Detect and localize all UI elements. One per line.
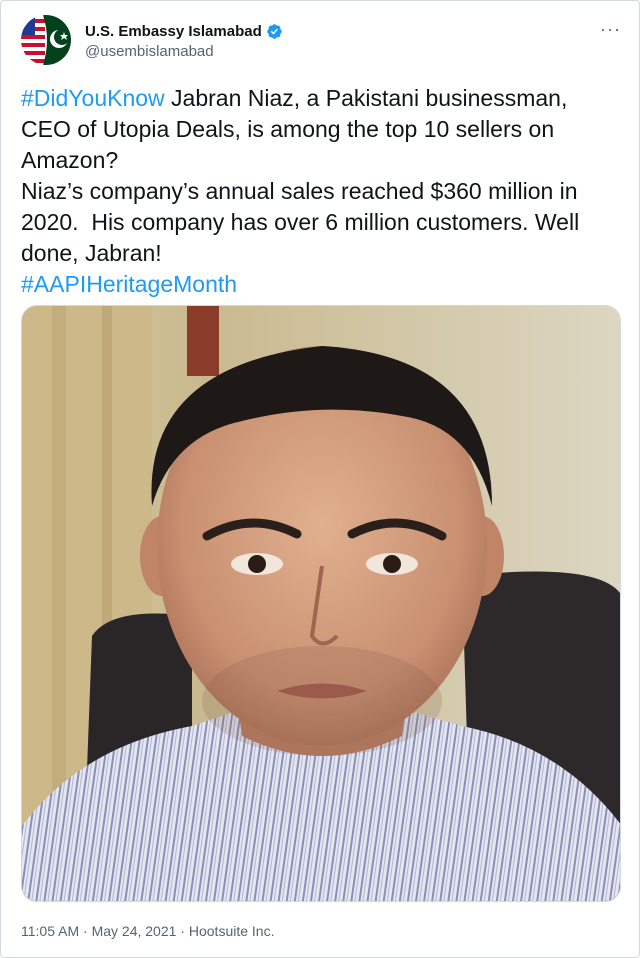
- avatar[interactable]: [21, 15, 71, 65]
- hashtag-didyouknow[interactable]: #DidYouKnow: [21, 85, 165, 111]
- display-name[interactable]: U.S. Embassy Islamabad: [85, 23, 262, 40]
- flag-avatar-icon: [21, 15, 71, 65]
- meta-separator: ·: [176, 923, 189, 939]
- tweet-photo[interactable]: [21, 305, 621, 902]
- hashtag-aapiheritagemonth[interactable]: #AAPIHeritageMonth: [21, 271, 237, 297]
- tweet-metadata: 11:05 AM · May 24, 2021 · Hootsuite Inc.: [21, 923, 274, 939]
- account-handle[interactable]: @usembislamabad: [85, 43, 283, 60]
- account-names: U.S. Embassy Islamabad @usembislamabad: [85, 21, 283, 60]
- tweet-text-body: Jabran Niaz, a Pakistani businessman, CE…: [21, 85, 580, 266]
- tweet-header: U.S. Embassy Islamabad @usembislamabad ·…: [21, 15, 621, 69]
- tweet-time[interactable]: 11:05 AM: [21, 923, 79, 939]
- tweet-text: #DidYouKnow Jabran Niaz, a Pakistani bus…: [21, 83, 621, 300]
- portrait-image: [22, 306, 620, 901]
- more-options-icon[interactable]: ···: [600, 19, 621, 40]
- verified-badge-icon: [266, 23, 282, 39]
- display-name-row: U.S. Embassy Islamabad: [85, 21, 283, 41]
- meta-separator: ·: [79, 923, 92, 939]
- tweet-card: U.S. Embassy Islamabad @usembislamabad ·…: [0, 0, 640, 958]
- tweet-date[interactable]: May 24, 2021: [92, 923, 177, 939]
- tweet-source[interactable]: Hootsuite Inc.: [189, 923, 275, 939]
